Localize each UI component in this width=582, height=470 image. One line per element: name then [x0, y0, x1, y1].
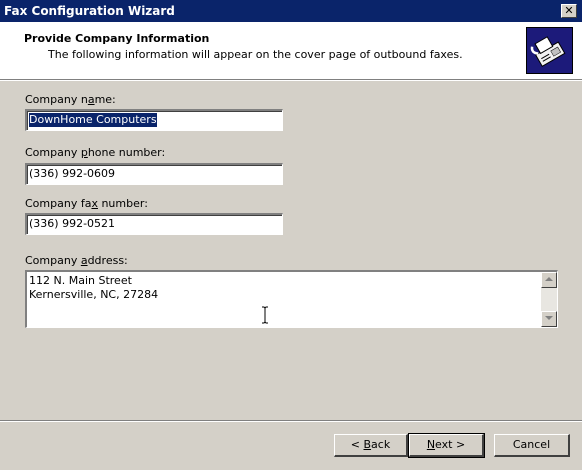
fax-configuration-wizard-window: Fax Configuration Wizard ✕ Provide Compa… — [0, 0, 582, 470]
close-icon: ✕ — [564, 4, 574, 17]
next-button[interactable]: Next > — [408, 433, 485, 458]
cancel-button[interactable]: Cancel — [494, 434, 570, 457]
company-address-textarea[interactable]: 112 N. Main Street Kernersville, NC, 272… — [25, 270, 558, 328]
window-title: Fax Configuration Wizard — [4, 4, 175, 18]
company-name-label: Company name: — [25, 93, 116, 106]
page-subtitle: The following information will appear on… — [48, 48, 463, 61]
company-fax-label: Company fax number: — [25, 197, 148, 210]
address-line-2: Kernersville, NC, 27284 — [29, 288, 159, 301]
fax-machine-icon — [526, 27, 573, 74]
wizard-header: Provide Company Information The followin… — [0, 22, 582, 80]
page-title: Provide Company Information — [24, 32, 210, 45]
scroll-down-button[interactable] — [541, 311, 557, 327]
text-cursor-icon — [261, 306, 270, 327]
scroll-up-button[interactable] — [541, 272, 557, 288]
company-name-value: DownHome Computers — [29, 113, 157, 127]
footer-divider-light — [0, 421, 582, 422]
title-bar[interactable]: Fax Configuration Wizard ✕ — [0, 0, 582, 22]
scroll-down-arrow-icon — [545, 316, 553, 320]
scroll-up-arrow-icon — [545, 277, 553, 281]
company-phone-label: Company phone number: — [25, 146, 166, 159]
company-fax-value: (336) 992-0521 — [29, 217, 116, 230]
address-line-1: 112 N. Main Street — [29, 274, 132, 287]
header-divider — [0, 80, 582, 81]
company-address-label: Company address: — [25, 254, 128, 267]
company-phone-value: (336) 992-0609 — [29, 167, 116, 180]
back-button[interactable]: < Back — [334, 434, 408, 457]
company-phone-input[interactable]: (336) 992-0609 — [25, 163, 283, 185]
address-scrollbar[interactable] — [541, 272, 557, 327]
company-name-input[interactable]: DownHome Computers — [25, 109, 283, 131]
close-button[interactable]: ✕ — [561, 4, 577, 18]
company-fax-input[interactable]: (336) 992-0521 — [25, 213, 283, 235]
